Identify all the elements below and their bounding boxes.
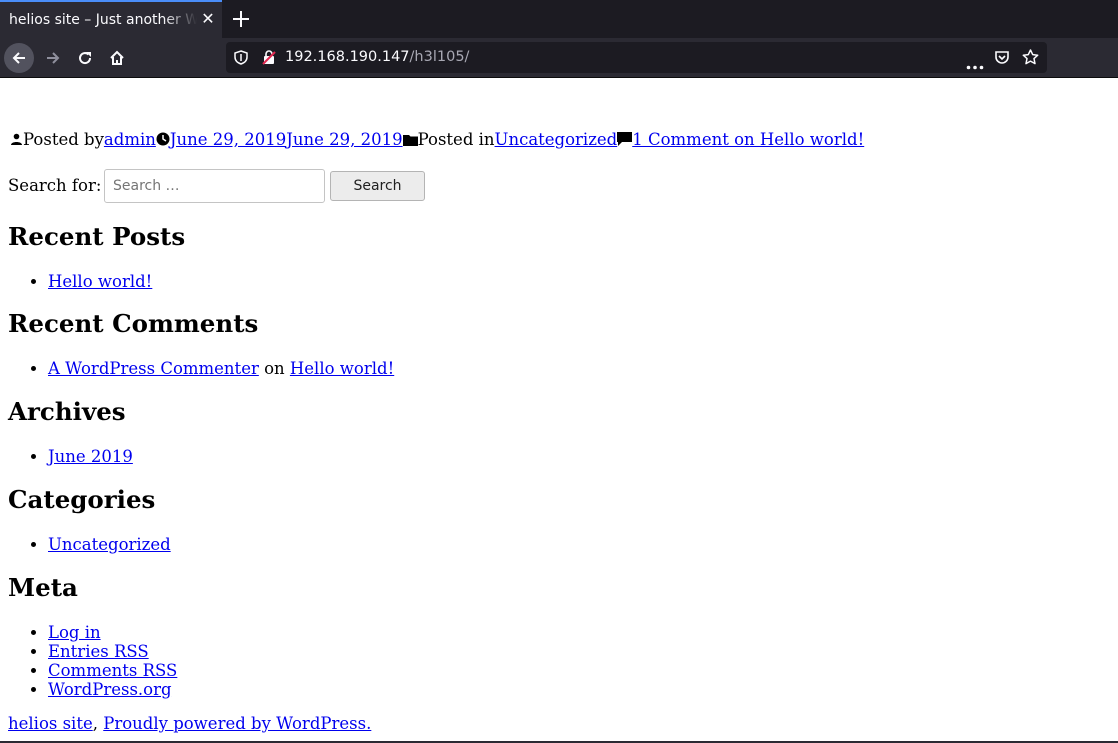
login-link[interactable]: Log in (48, 623, 101, 642)
list-item: Entries RSS (48, 642, 177, 661)
pocket-icon[interactable] (994, 49, 1010, 69)
search-label: Search for: (8, 176, 102, 195)
list-item: Log in (48, 623, 177, 642)
home-icon (110, 50, 124, 65)
list-item: Uncategorized (48, 535, 171, 554)
entry-meta: Posted byadmin June 29, 2019June 29, 201… (10, 130, 864, 150)
wordpress-org-link[interactable]: WordPress.org (48, 680, 172, 699)
comment-author-link[interactable]: A WordPress Commenter (48, 359, 259, 378)
published-date: June 29, 2019 (169, 130, 287, 149)
url-path: /h3l105/ (409, 49, 470, 65)
site-footer: helios site, Proudly powered by WordPres… (8, 714, 371, 733)
list-item: June 2019 (48, 447, 133, 466)
archives-list: June 2019 (8, 447, 133, 466)
folder-icon (402, 131, 418, 150)
bookmark-star-icon[interactable] (1022, 49, 1039, 69)
footer-separator: , (92, 714, 98, 733)
page-actions-icon[interactable] (966, 55, 984, 74)
navigation-toolbar: 192.168.190.147/h3l105/ (0, 38, 1118, 78)
tracking-protection-icon[interactable] (234, 50, 248, 69)
comment-icon (617, 131, 633, 150)
back-button[interactable] (4, 43, 34, 73)
post-date-link[interactable]: June 29, 2019June 29, 2019 (170, 130, 403, 149)
forward-arrow-icon (47, 52, 60, 64)
list-item: Hello world! (48, 272, 152, 291)
close-tab-icon[interactable]: ✕ (199, 10, 217, 28)
entries-rss-link[interactable]: Entries RSS (48, 642, 149, 661)
meta-list: Log in Entries RSS Comments RSS WordPres… (8, 623, 177, 699)
recent-posts-list: Hello world! (8, 272, 152, 291)
list-item: Comments RSS (48, 661, 177, 680)
person-icon (10, 131, 23, 150)
url-host: 192.168.190.147 (285, 49, 410, 65)
home-button[interactable] (102, 43, 132, 73)
recent-post-link[interactable]: Hello world! (48, 272, 152, 291)
clock-icon (156, 131, 170, 150)
recent-posts-heading: Recent Posts (8, 222, 186, 251)
tab-bar: helios site – Just another WordPress sit… (0, 0, 1118, 38)
comments-rss-link[interactable]: Comments RSS (48, 661, 177, 680)
search-input[interactable] (104, 169, 325, 203)
recent-comments-list: A WordPress Commenter on Hello world! (8, 359, 394, 378)
page-content: Posted byadmin June 29, 2019June 29, 201… (0, 78, 1118, 743)
updated-date: June 29, 2019 (286, 130, 403, 149)
recent-comments-heading: Recent Comments (8, 309, 259, 338)
new-tab-icon[interactable] (230, 8, 252, 30)
categories-heading: Categories (8, 485, 156, 514)
meta-heading: Meta (8, 573, 78, 602)
reload-button[interactable] (70, 43, 100, 73)
site-name-link[interactable]: helios site (8, 714, 93, 733)
archives-heading: Archives (8, 397, 126, 426)
comment-connector: on (264, 359, 285, 378)
list-item: WordPress.org (48, 680, 177, 699)
comment-post-link[interactable]: Hello world! (290, 359, 394, 378)
tab-title: helios site – Just another WordPress sit… (9, 12, 197, 28)
author-link[interactable]: admin (104, 130, 156, 149)
category-link[interactable]: Uncategorized (495, 130, 618, 149)
posted-by-label: Posted by (23, 130, 104, 149)
category-item-link[interactable]: Uncategorized (48, 535, 171, 554)
back-arrow-icon (12, 52, 25, 64)
categories-list: Uncategorized (8, 535, 171, 554)
list-item: A WordPress Commenter on Hello world! (48, 359, 394, 378)
archive-link[interactable]: June 2019 (48, 447, 133, 466)
search-button[interactable]: Search (330, 171, 425, 201)
reload-icon (79, 52, 92, 65)
url-text[interactable]: 192.168.190.147/h3l105/ (285, 49, 469, 65)
insecure-lock-icon[interactable] (262, 50, 276, 69)
comments-link[interactable]: 1 Comment on Hello world! (632, 130, 864, 149)
posted-in-label: Posted in (417, 130, 495, 149)
forward-button[interactable] (38, 43, 68, 73)
powered-by-link[interactable]: Proudly powered by WordPress. (103, 714, 371, 733)
active-tab[interactable]: helios site – Just another WordPress sit… (0, 0, 222, 38)
address-bar[interactable]: 192.168.190.147/h3l105/ (226, 42, 1047, 73)
